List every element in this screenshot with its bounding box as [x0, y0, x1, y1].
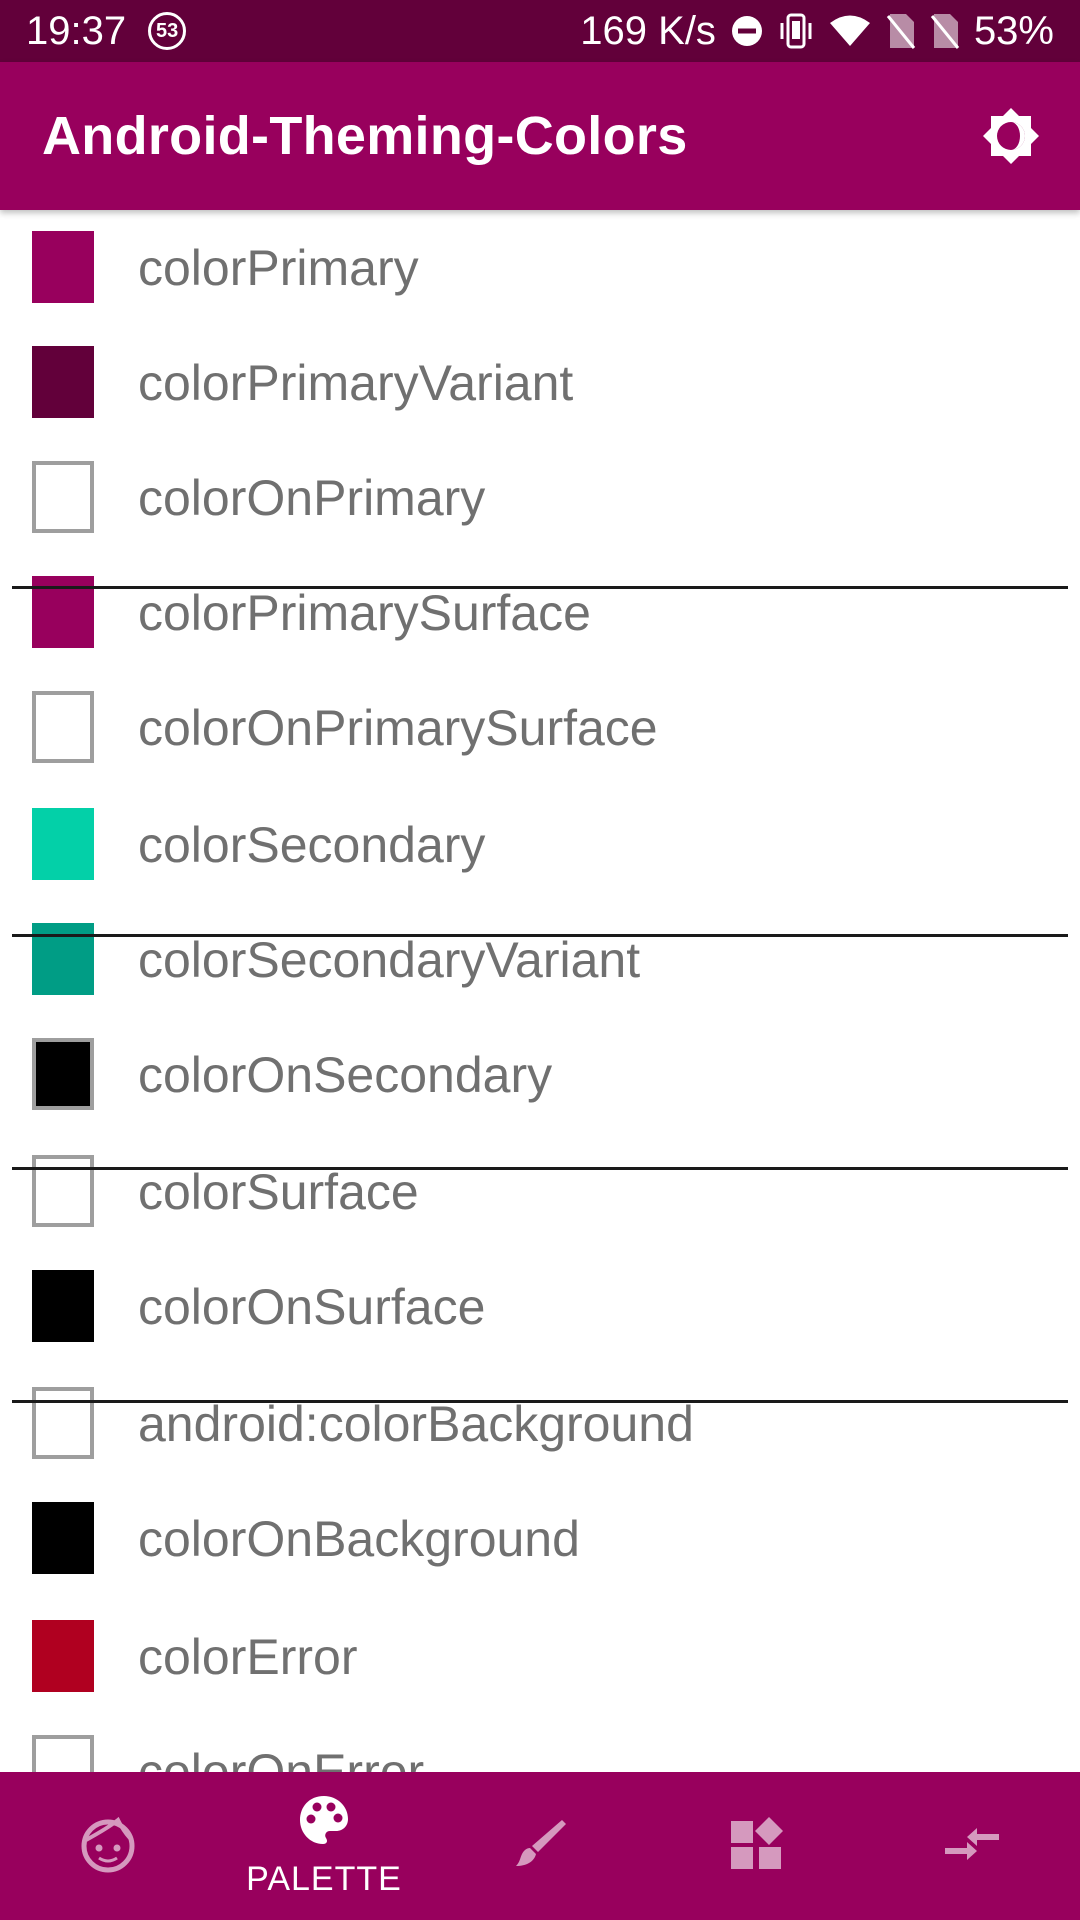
color-name-label: colorSurface: [138, 1163, 419, 1220]
color-name-label: android:colorBackground: [138, 1395, 694, 1452]
color-swatch: [32, 1155, 94, 1227]
color-list-item[interactable]: colorOnError: [0, 1714, 1080, 1772]
face-icon: [78, 1814, 138, 1879]
section-divider: [12, 1167, 1068, 1170]
notification-count-icon: 53: [148, 12, 187, 50]
color-name-label: colorOnSecondary: [138, 1046, 553, 1103]
color-list-item[interactable]: colorOnSecondary: [0, 1017, 1080, 1132]
color-list-item[interactable]: colorOnBackground: [0, 1481, 1080, 1596]
section-divider: [12, 586, 1068, 589]
color-swatch: [32, 461, 94, 533]
color-list[interactable]: colorPrimary colorPrimaryVariant colorOnPr…: [0, 210, 1080, 1772]
status-bar: 19:37 53 169 K/s 53%: [0, 0, 1080, 62]
nav-item-palette[interactable]: PALETTE: [216, 1772, 432, 1920]
battery-level: 53%: [973, 8, 1054, 53]
color-list-item[interactable]: colorSecondaryVariant: [0, 902, 1080, 1017]
color-name-label: colorOnPrimarySurface: [138, 699, 658, 756]
color-swatch: [32, 231, 94, 303]
color-list-item[interactable]: colorOnPrimarySurface: [0, 670, 1080, 785]
section-divider: [12, 934, 1068, 937]
color-swatch: [32, 1038, 94, 1110]
color-name-label: colorPrimary: [138, 239, 419, 296]
color-swatch: [32, 1387, 94, 1459]
color-swatch: [32, 1502, 94, 1574]
nav-item-face[interactable]: [0, 1772, 216, 1920]
nav-item-compare[interactable]: [864, 1772, 1080, 1920]
nav-item-brush[interactable]: [432, 1772, 648, 1920]
color-name-label: colorSecondary: [138, 816, 486, 873]
color-name-label: colorError: [138, 1628, 358, 1685]
brightness-icon[interactable]: [976, 101, 1046, 171]
no-sim-icon: [886, 12, 916, 50]
widgets-icon: [729, 1816, 783, 1876]
color-swatch: [32, 808, 94, 880]
status-time: 19:37: [26, 8, 127, 53]
vibrate-icon: [778, 11, 814, 51]
color-name-label: colorOnSurface: [138, 1278, 486, 1335]
color-list-item[interactable]: colorError: [0, 1599, 1080, 1714]
color-list-item[interactable]: colorSecondary: [0, 787, 1080, 902]
nav-item-widgets[interactable]: [648, 1772, 864, 1920]
nav-label-palette: PALETTE: [246, 1860, 402, 1898]
color-list-item[interactable]: colorPrimaryVariant: [0, 325, 1080, 440]
bottom-navigation: PALETTE: [0, 1772, 1080, 1920]
section-divider: [12, 1400, 1068, 1403]
color-list-item[interactable]: colorOnSurface: [0, 1249, 1080, 1364]
network-speed: 169 K/s: [580, 8, 716, 53]
do-not-disturb-icon: [730, 14, 764, 48]
color-swatch: [32, 346, 94, 418]
color-name-label: colorSecondaryVariant: [138, 931, 641, 988]
color-list-item[interactable]: colorPrimarySurface: [0, 555, 1080, 670]
color-name-label: colorPrimaryVariant: [138, 354, 574, 411]
brush-icon: [512, 1816, 568, 1877]
color-name-label: colorPrimarySurface: [138, 584, 591, 641]
wifi-icon: [828, 14, 872, 48]
color-list-item[interactable]: colorOnPrimary: [0, 440, 1080, 555]
compare-arrows-icon: [943, 1822, 1001, 1871]
color-swatch: [32, 1735, 94, 1772]
color-swatch: [32, 1620, 94, 1692]
app-title: Android-Theming-Colors: [42, 106, 688, 166]
color-swatch: [32, 1270, 94, 1342]
no-sim-icon: [930, 12, 960, 50]
color-name-label: colorOnBackground: [138, 1510, 580, 1567]
palette-icon: [297, 1793, 351, 1852]
color-name-label: colorOnPrimary: [138, 469, 486, 526]
color-list-item[interactable]: colorPrimary: [0, 210, 1080, 325]
app-bar: Android-Theming-Colors: [0, 62, 1080, 210]
color-list-item[interactable]: android:colorBackground: [0, 1366, 1080, 1481]
color-swatch: [32, 691, 94, 763]
color-name-label: colorOnError: [138, 1743, 425, 1773]
color-list-item[interactable]: colorSurface: [0, 1134, 1080, 1249]
